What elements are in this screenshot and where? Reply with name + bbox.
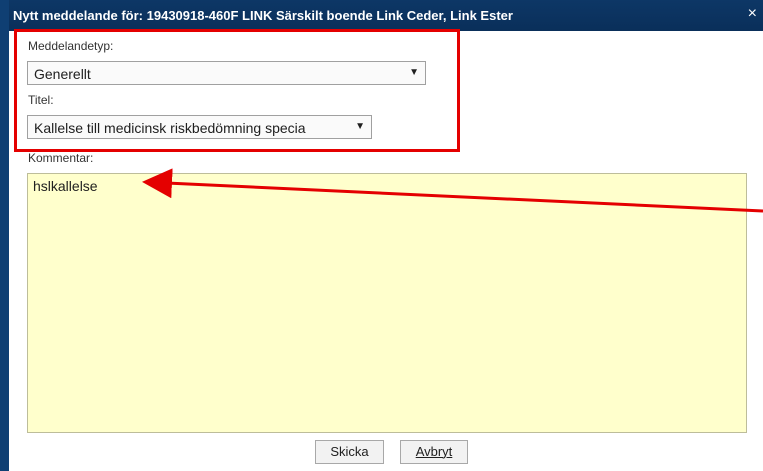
annotation-arrow [142,168,763,213]
dialog-window: Nytt meddelande för: 19430918-460F LINK … [0,0,763,471]
